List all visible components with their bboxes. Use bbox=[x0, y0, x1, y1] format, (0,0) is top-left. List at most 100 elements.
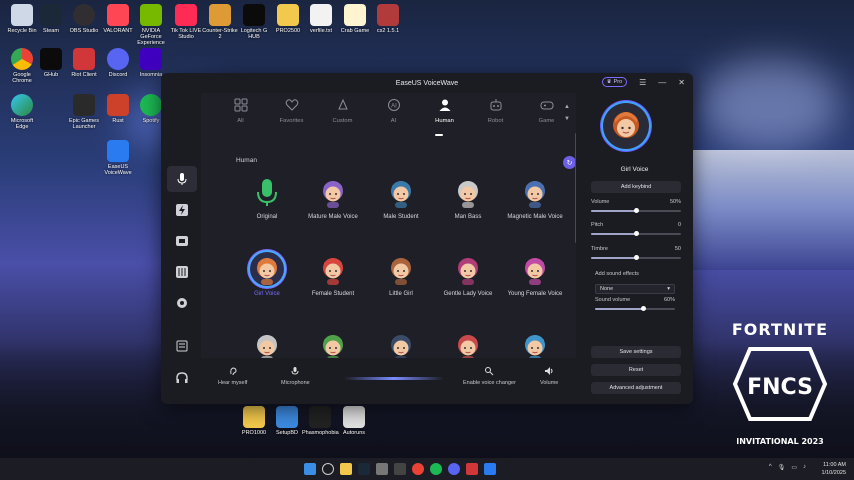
microphone-icon bbox=[291, 367, 299, 375]
voice-card[interactable]: Female Student bbox=[298, 252, 368, 297]
book-icon bbox=[176, 340, 188, 352]
desktop-icon-discord[interactable]: Discord bbox=[100, 48, 136, 78]
voice-card[interactable]: Magnetic Male Voice bbox=[500, 175, 570, 220]
voice-card[interactable]: Original bbox=[236, 175, 302, 220]
pitch-slider[interactable] bbox=[591, 231, 681, 236]
voice-name: Magnetic Male Voice bbox=[507, 214, 563, 220]
valorant-icon bbox=[107, 4, 129, 26]
desktop-icon-steam[interactable]: Steam bbox=[33, 4, 69, 34]
file-explorer-icon[interactable] bbox=[340, 463, 352, 475]
sidebar-support[interactable] bbox=[167, 365, 197, 391]
voice-card[interactable]: Young Female Voice bbox=[500, 252, 570, 297]
sidebar-mixer[interactable] bbox=[167, 259, 197, 285]
volume-button[interactable]: Volume bbox=[540, 366, 558, 386]
wallpaper-glow bbox=[700, 60, 840, 150]
enable-voice-changer-button[interactable]: Enable voice changer bbox=[463, 366, 516, 386]
desktop-icon-cs2[interactable]: Counter-Strike 2 bbox=[202, 4, 238, 40]
sidebar-settings[interactable] bbox=[167, 290, 197, 316]
desktop-icon-valorant[interactable]: VALORANT bbox=[100, 4, 136, 34]
desktop-icon-nvidia[interactable]: NVIDIA GeForce Experience bbox=[133, 4, 169, 46]
sidebar-soundboard[interactable] bbox=[167, 197, 197, 223]
desktop-icon-epic[interactable]: Epic Games Launcher bbox=[66, 94, 102, 130]
timbre-slider-thumb[interactable] bbox=[633, 255, 639, 260]
sound-effects-select[interactable]: None ▾ bbox=[595, 284, 675, 294]
svg-text:AI: AI bbox=[391, 104, 397, 110]
windows-start-icon[interactable] bbox=[304, 463, 316, 475]
sidebar-recorder[interactable] bbox=[167, 228, 197, 254]
voice-card[interactable]: Man Bass bbox=[433, 175, 503, 220]
sidebar-guide[interactable] bbox=[167, 333, 197, 359]
tab-scroll-arrows[interactable]: ▲ ▼ bbox=[564, 101, 570, 125]
minimize-button[interactable]: — bbox=[658, 78, 666, 87]
lightning-icon bbox=[176, 204, 188, 216]
chrome-taskbar-icon[interactable] bbox=[412, 463, 424, 475]
chevron-down-icon: ▾ bbox=[667, 286, 670, 292]
tab-human[interactable]: Human bbox=[419, 98, 470, 132]
pro-badge[interactable]: ♛ Pro bbox=[601, 77, 628, 87]
volume-slider-thumb[interactable] bbox=[633, 208, 639, 213]
terminal-icon[interactable] bbox=[376, 463, 388, 475]
sound-volume-slider[interactable] bbox=[595, 306, 675, 311]
timbre-slider[interactable] bbox=[591, 255, 681, 260]
tab-favorites[interactable]: Favorites bbox=[266, 98, 317, 132]
desktop-icon-obs[interactable]: OBS Studio bbox=[66, 4, 102, 34]
microphone-button[interactable]: Microphone bbox=[281, 366, 310, 386]
voice-card[interactable]: Gentle Lady Voice bbox=[433, 252, 503, 297]
spotify-taskbar-icon[interactable] bbox=[430, 463, 442, 475]
hear-myself-button[interactable]: Hear myself bbox=[218, 366, 247, 386]
voice-avatar-icon bbox=[316, 252, 350, 286]
tab-all[interactable]: All bbox=[215, 98, 266, 132]
save-settings-button[interactable]: Save settings bbox=[591, 346, 681, 358]
search-icon[interactable] bbox=[322, 463, 334, 475]
voice-card[interactable]: Male Student bbox=[366, 175, 436, 220]
desktop-icon-edge[interactable]: Microsoft Edge bbox=[4, 94, 40, 130]
desktop-icon-tiktok[interactable]: Tik Tok LIVE Studio bbox=[168, 4, 204, 40]
advanced-adjustment-button[interactable]: Advanced adjustment bbox=[591, 382, 681, 394]
discord-taskbar-icon[interactable] bbox=[448, 463, 460, 475]
tiktok-taskbar-icon[interactable] bbox=[394, 463, 406, 475]
desktop-icon-voicewave[interactable]: EaseUS VoiceWave bbox=[100, 140, 136, 176]
desktop-icon-riot[interactable]: Riot Client bbox=[66, 48, 102, 78]
voicewave-taskbar-icon[interactable] bbox=[484, 463, 496, 475]
desktop-icon-rust[interactable]: Rust bbox=[100, 94, 136, 124]
desktop-icon-setupbd[interactable]: SetupBD bbox=[269, 406, 305, 436]
desktop-icon-crab-game[interactable]: Crab Game bbox=[337, 4, 373, 34]
desktop-icon-cs2-archive[interactable]: cs2 1.5.1 bbox=[370, 4, 406, 34]
desktop-icon-phasmophobia[interactable]: Phasmophobia bbox=[302, 406, 339, 436]
tiktok-icon bbox=[175, 4, 197, 26]
riot-taskbar-icon[interactable] bbox=[466, 463, 478, 475]
desktop-icon-verfile[interactable]: verfile.txt bbox=[303, 4, 339, 34]
chevron-up-icon[interactable]: ^ bbox=[769, 464, 772, 471]
window-title: EaseUS VoiceWave bbox=[395, 79, 459, 87]
tab-ai[interactable]: AI AI bbox=[368, 98, 419, 132]
steam-taskbar-icon[interactable] bbox=[358, 463, 370, 475]
tab-robot[interactable]: Robot bbox=[470, 98, 521, 132]
rust-icon bbox=[107, 94, 129, 116]
sound-volume-slider-thumb[interactable] bbox=[640, 306, 646, 311]
sidebar-voice-changer[interactable] bbox=[167, 166, 197, 192]
pitch-label: Pitch bbox=[591, 222, 604, 228]
voice-settings-panel: Girl Voice Add keybind Volume 50% Pitch 0 … bbox=[576, 93, 693, 404]
menu-icon[interactable]: ☰ bbox=[639, 78, 646, 87]
speaker-tray-icon[interactable]: ♪ bbox=[803, 464, 806, 471]
desktop-icon-pro1000[interactable]: PRO1000 bbox=[236, 406, 272, 436]
desktop-icon-pro2500[interactable]: PRO2500 bbox=[270, 4, 306, 34]
microphone-tray-icon[interactable]: 🎙 bbox=[778, 464, 786, 471]
reset-button[interactable]: Reset bbox=[591, 364, 681, 376]
chevron-up-icon[interactable]: ▲ bbox=[564, 101, 570, 113]
voice-card[interactable]: Mature Male Voice bbox=[298, 175, 368, 220]
chevron-down-icon[interactable]: ▼ bbox=[564, 113, 570, 125]
volume-slider[interactable] bbox=[591, 208, 681, 213]
clock[interactable]: 11:00 AM 1/10/2025 bbox=[822, 461, 846, 477]
network-icon[interactable]: ▭ bbox=[791, 464, 797, 471]
tab-custom[interactable]: Custom bbox=[317, 98, 368, 132]
close-button[interactable]: ✕ bbox=[678, 78, 685, 87]
desktop-icon-ghub2[interactable]: GHub bbox=[33, 48, 69, 78]
add-keybind-button[interactable]: Add keybind bbox=[591, 181, 681, 193]
voice-card[interactable]: Girl Voice bbox=[236, 252, 302, 297]
taskbar-apps bbox=[304, 463, 496, 475]
desktop-icon-autoruns[interactable]: Autoruns bbox=[336, 406, 372, 436]
voice-card[interactable]: Little Girl bbox=[366, 252, 436, 297]
desktop-icon-ghub[interactable]: Logitech G HUB bbox=[236, 4, 272, 40]
pitch-slider-thumb[interactable] bbox=[633, 231, 639, 236]
